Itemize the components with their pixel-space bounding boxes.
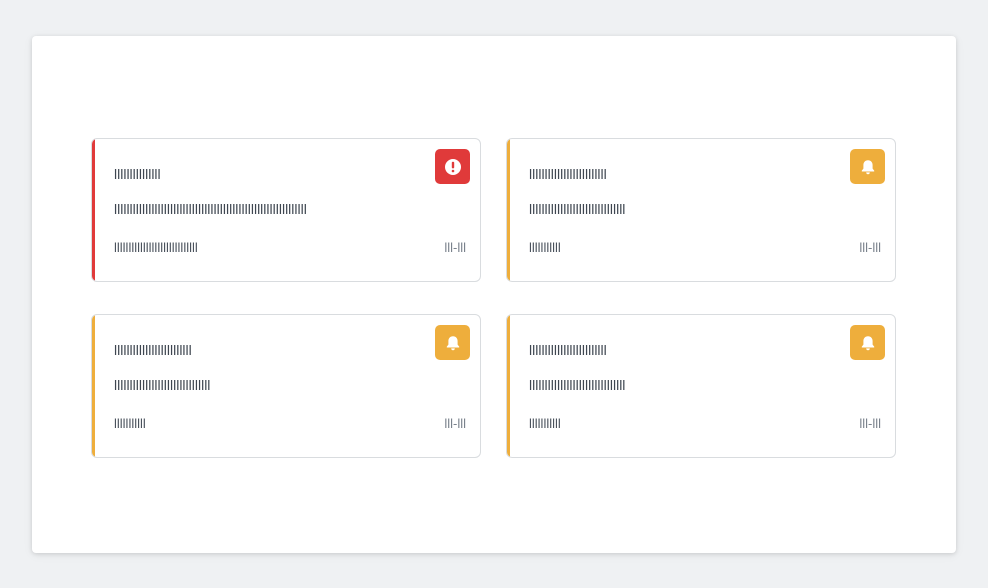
alert-message: llllllllllllllllllllllllllllllllllllllll… — [114, 201, 307, 217]
alert-source: lllllllllllllllllllllllllllll — [114, 240, 198, 255]
alert-title: lllllllllllllll — [114, 166, 161, 182]
alert-source: lllllllllll — [529, 240, 561, 255]
alert-message: lllllllllllllllllllllllllllllll — [529, 377, 626, 393]
alert-title: lllllllllllllllllllllllll — [529, 166, 607, 182]
alert-card-critical[interactable]: lllllllllllllll llllllllllllllllllllllll… — [91, 138, 481, 282]
alert-time: lll-lll — [859, 240, 881, 255]
alert-time: lll-lll — [859, 416, 881, 431]
alert-time: lll-lll — [444, 240, 466, 255]
alerts-panel: lllllllllllllll llllllllllllllllllllllll… — [32, 36, 956, 553]
alert-card-warning[interactable]: lllllllllllllllllllllllll llllllllllllll… — [91, 314, 481, 458]
exclamation-circle-icon — [444, 158, 461, 175]
warning-badge — [850, 149, 885, 184]
alert-source: lllllllllll — [529, 416, 561, 431]
alert-message: lllllllllllllllllllllllllllllll — [529, 201, 626, 217]
alert-source: lllllllllll — [114, 416, 146, 431]
alert-message: lllllllllllllllllllllllllllllll — [114, 377, 211, 393]
alert-title: lllllllllllllllllllllllll — [114, 342, 192, 358]
critical-badge — [435, 149, 470, 184]
warning-badge — [435, 325, 470, 360]
alert-time: lll-lll — [444, 416, 466, 431]
warning-badge — [850, 325, 885, 360]
bell-icon — [861, 159, 874, 174]
alert-title: lllllllllllllllllllllllll — [529, 342, 607, 358]
bell-icon — [446, 335, 459, 350]
alert-card-warning[interactable]: lllllllllllllllllllllllll llllllllllllll… — [506, 314, 896, 458]
bell-icon — [861, 335, 874, 350]
alert-card-warning[interactable]: lllllllllllllllllllllllll llllllllllllll… — [506, 138, 896, 282]
